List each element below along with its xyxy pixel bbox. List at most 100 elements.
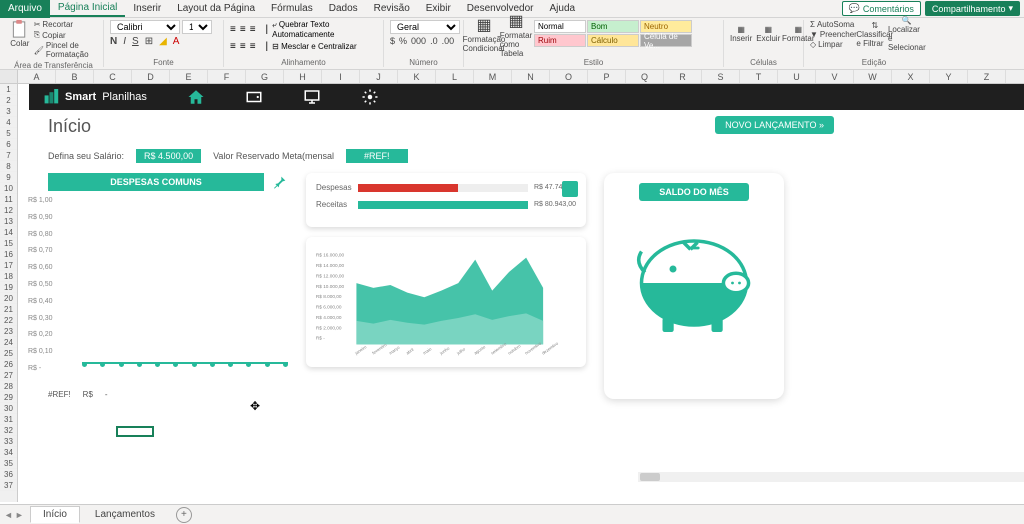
salary-value[interactable]: R$ 4.500,00 xyxy=(136,149,201,163)
row-16[interactable]: 16 xyxy=(0,249,17,260)
decimal-dec[interactable]: .00 xyxy=(442,36,455,46)
row-31[interactable]: 31 xyxy=(0,414,17,425)
row-4[interactable]: 4 xyxy=(0,117,17,128)
row-14[interactable]: 14 xyxy=(0,227,17,238)
copy-button[interactable]: ⎘ Copiar xyxy=(34,30,97,40)
sheet-tab-inicio[interactable]: Início xyxy=(30,506,80,523)
col-H[interactable]: H xyxy=(284,70,322,83)
align-center[interactable]: ≡ xyxy=(240,41,246,52)
row-29[interactable]: 29 xyxy=(0,392,17,403)
clear-button[interactable]: ◇ Limpar xyxy=(810,40,857,49)
row-2[interactable]: 2 xyxy=(0,95,17,106)
tab-home[interactable]: Página Inicial xyxy=(50,0,125,17)
filter-icon[interactable] xyxy=(562,181,578,197)
col-Q[interactable]: Q xyxy=(626,70,664,83)
row-11[interactable]: 11 xyxy=(0,194,17,205)
row-15[interactable]: 15 xyxy=(0,238,17,249)
row-32[interactable]: 32 xyxy=(0,425,17,436)
row-headers[interactable]: 1234567891011121314151617181920212223242… xyxy=(0,84,18,502)
format-table-button[interactable]: ▦Formatar como Tabela xyxy=(502,20,530,48)
tab-formulas[interactable]: Fórmulas xyxy=(263,1,321,16)
conditional-format-button[interactable]: ▦Formatação Condicional xyxy=(470,20,498,48)
row-18[interactable]: 18 xyxy=(0,271,17,282)
row-23[interactable]: 23 xyxy=(0,326,17,337)
home-icon[interactable] xyxy=(187,88,205,106)
add-sheet-button[interactable]: + xyxy=(176,507,192,523)
row-37[interactable]: 37 xyxy=(0,480,17,491)
row-6[interactable]: 6 xyxy=(0,139,17,150)
col-X[interactable]: X xyxy=(892,70,930,83)
common-expenses-button[interactable]: DESPESAS COMUNS xyxy=(48,173,264,191)
col-R[interactable]: R xyxy=(664,70,702,83)
col-V[interactable]: V xyxy=(816,70,854,83)
font-name-select[interactable]: Calibri xyxy=(110,20,180,34)
presentation-icon[interactable] xyxy=(303,88,321,106)
align-bot[interactable]: ≡ xyxy=(250,24,256,35)
row-1[interactable]: 1 xyxy=(0,84,17,95)
bold-button[interactable]: N xyxy=(110,36,117,47)
row-8[interactable]: 8 xyxy=(0,161,17,172)
sheet-tab-lancamentos[interactable]: Lançamentos xyxy=(82,506,168,523)
cut-button[interactable]: ✂ Recortar xyxy=(34,20,97,29)
col-O[interactable]: O xyxy=(550,70,588,83)
row-5[interactable]: 5 xyxy=(0,128,17,139)
delete-cells-button[interactable]: ▦Excluir xyxy=(756,20,780,48)
row-20[interactable]: 20 xyxy=(0,293,17,304)
pin-icon[interactable] xyxy=(272,174,288,190)
row-27[interactable]: 27 xyxy=(0,370,17,381)
row-22[interactable]: 22 xyxy=(0,315,17,326)
row-17[interactable]: 17 xyxy=(0,260,17,271)
wallet-icon[interactable] xyxy=(245,88,263,106)
col-L[interactable]: L xyxy=(436,70,474,83)
insert-cells-button[interactable]: ▦Inserir xyxy=(730,20,752,48)
cell-styles-gallery[interactable]: Normal Bom Neutro Ruim Cálculo Célula de… xyxy=(534,20,692,47)
row-36[interactable]: 36 xyxy=(0,469,17,480)
row-10[interactable]: 10 xyxy=(0,183,17,194)
comma-button[interactable]: 000 xyxy=(411,36,426,46)
col-T[interactable]: T xyxy=(740,70,778,83)
row-24[interactable]: 24 xyxy=(0,337,17,348)
tab-layout[interactable]: Layout da Página xyxy=(169,1,263,16)
sort-filter-button[interactable]: ⇅Classificar e Filtrar xyxy=(861,20,889,48)
col-N[interactable]: N xyxy=(512,70,550,83)
tab-view[interactable]: Exibir xyxy=(418,1,459,16)
autosum-button[interactable]: Σ AutoSoma xyxy=(810,20,857,29)
align-top[interactable]: ≡ xyxy=(230,24,236,35)
row-25[interactable]: 25 xyxy=(0,348,17,359)
row-34[interactable]: 34 xyxy=(0,447,17,458)
fill-button[interactable]: ▼ Preencher xyxy=(810,30,857,39)
font-size-select[interactable]: 11 xyxy=(182,20,212,34)
comments-button[interactable]: 💬Comentários xyxy=(842,1,921,16)
row-12[interactable]: 12 xyxy=(0,205,17,216)
currency-button[interactable]: $ xyxy=(390,36,395,46)
col-S[interactable]: S xyxy=(702,70,740,83)
row-21[interactable]: 21 xyxy=(0,304,17,315)
share-button[interactable]: Compartilhamento▾ xyxy=(925,1,1020,16)
row-9[interactable]: 9 xyxy=(0,172,17,183)
col-U[interactable]: U xyxy=(778,70,816,83)
col-I[interactable]: I xyxy=(322,70,360,83)
row-26[interactable]: 26 xyxy=(0,359,17,370)
decimal-inc[interactable]: .0 xyxy=(430,36,438,46)
italic-button[interactable]: I xyxy=(123,36,126,47)
tab-developer[interactable]: Desenvolvedor xyxy=(459,1,542,16)
gear-icon[interactable] xyxy=(361,88,379,106)
balance-button[interactable]: SALDO DO MÊS xyxy=(639,183,749,201)
col-W[interactable]: W xyxy=(854,70,892,83)
find-select-button[interactable]: 🔍Localizar e Selecionar xyxy=(893,20,921,48)
tab-review[interactable]: Revisão xyxy=(366,1,418,16)
font-color-button[interactable]: A xyxy=(173,36,180,47)
fill-color-button[interactable]: ◢ xyxy=(159,36,167,47)
col-K[interactable]: K xyxy=(398,70,436,83)
col-G[interactable]: G xyxy=(246,70,284,83)
tab-insert[interactable]: Inserir xyxy=(125,1,169,16)
format-painter-button[interactable]: 🖌 Pincel de Formatação xyxy=(34,41,97,59)
row-33[interactable]: 33 xyxy=(0,436,17,447)
row-35[interactable]: 35 xyxy=(0,458,17,469)
col-J[interactable]: J xyxy=(360,70,398,83)
align-mid[interactable]: ≡ xyxy=(240,24,246,35)
col-C[interactable]: C xyxy=(94,70,132,83)
column-headers[interactable]: ABCDEFGHIJKLMNOPQRSTUVWXYZ xyxy=(0,70,1024,84)
tab-data[interactable]: Dados xyxy=(321,1,366,16)
sheet-next[interactable]: ► xyxy=(15,510,24,520)
